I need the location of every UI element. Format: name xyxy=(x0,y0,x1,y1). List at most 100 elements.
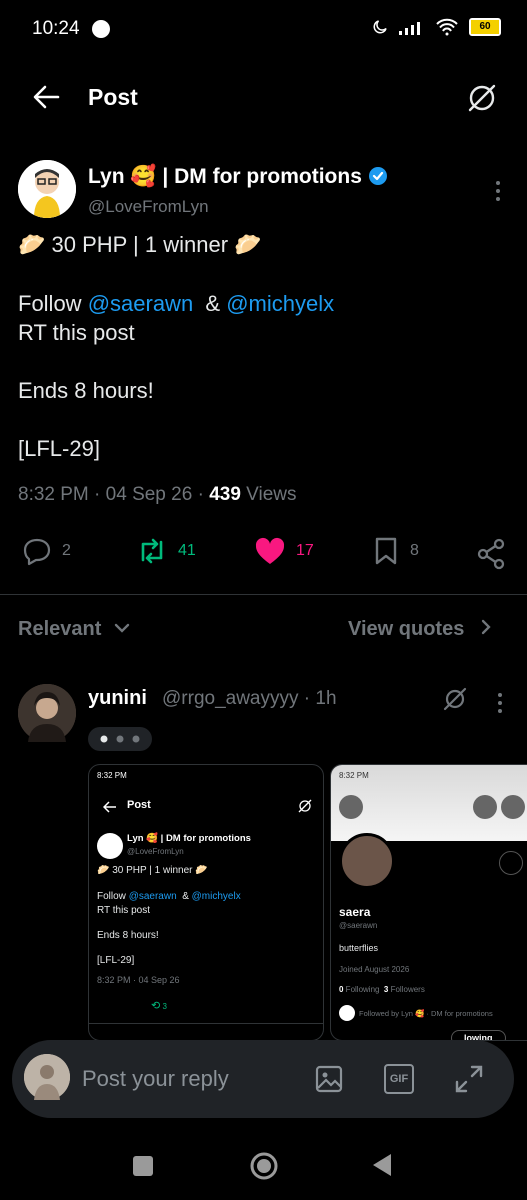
reply-author-handle[interactable]: @rrgo_awayyyy · 1h xyxy=(162,688,337,710)
grok-icon[interactable] xyxy=(440,684,470,714)
reply-avatar[interactable] xyxy=(18,684,76,742)
repost-icon xyxy=(141,538,163,564)
view-quotes-link[interactable]: View quotes xyxy=(348,618,494,641)
shot1-line3: RT this post xyxy=(97,905,150,916)
back-arrow-icon[interactable] xyxy=(32,84,60,110)
back-arrow-icon xyxy=(103,801,116,813)
reply-count: 2 xyxy=(62,542,71,559)
shot1-line5: [LFL-29] xyxy=(97,955,135,966)
status-time: 10:24 xyxy=(32,18,80,39)
image-icon[interactable] xyxy=(314,1064,344,1094)
shot2-search-button xyxy=(501,795,525,819)
recents-button[interactable] xyxy=(133,1156,153,1176)
mention-saerawn[interactable]: @saerawn xyxy=(88,291,194,316)
shot2-followers-label: Followers xyxy=(388,985,425,994)
shot2-followed-by: Followed by Lyn 🥰 · DM for promotions xyxy=(359,1009,493,1018)
shot2-name: saera xyxy=(339,905,371,919)
ampersand-text: & xyxy=(193,291,227,316)
verified-badge-icon xyxy=(368,167,387,185)
meta-separator: · xyxy=(192,484,210,505)
view-quotes-label: View quotes xyxy=(348,618,465,640)
repost-button[interactable]: 41 xyxy=(136,536,196,566)
post-line-5: [LFL-29] xyxy=(18,436,100,461)
shot2-profile-avatar xyxy=(339,833,395,889)
shot1-line4: Ends 8 hours! xyxy=(97,930,159,941)
reply-icon xyxy=(23,538,51,566)
back-nav-button[interactable] xyxy=(370,1152,394,1178)
more-options-icon[interactable] xyxy=(490,692,510,714)
status-bar: 10:24 60 xyxy=(0,0,527,60)
moon-icon xyxy=(373,20,387,34)
reply-author-name[interactable]: yunini xyxy=(88,687,147,710)
heart-filled-icon xyxy=(255,537,285,564)
shot2-handle: @saerawn xyxy=(339,921,378,930)
more-options-icon[interactable] xyxy=(488,180,508,202)
author-handle[interactable]: @LoveFromLyn xyxy=(88,197,209,217)
shot1-title: Post xyxy=(127,799,151,811)
author-avatar[interactable] xyxy=(18,160,76,218)
shot2-counts: 0 Following 3 Followers xyxy=(339,985,425,994)
person-photo-icon xyxy=(18,684,76,742)
like-button[interactable]: 17 xyxy=(254,536,314,566)
bookmark-button[interactable]: 8 xyxy=(372,536,419,566)
messenger-icon xyxy=(92,20,110,38)
repost-count: 41 xyxy=(178,542,196,559)
author-name-text: Lyn 🥰 | DM for promotions xyxy=(88,165,362,188)
views-count[interactable]: 439 xyxy=(209,484,241,505)
shot2-bio: butterflies xyxy=(339,943,379,953)
follow-text: Follow xyxy=(18,291,88,316)
shot2-back-button xyxy=(339,795,363,819)
shot2-joined: Joined August 2026 xyxy=(339,965,410,974)
attached-screenshot-profile[interactable]: 8:32 PM saera @saerawn butterflies Joine… xyxy=(330,764,527,1041)
signal-icon xyxy=(399,22,420,35)
bookmark-icon xyxy=(375,537,397,565)
shot1-meta: 8:32 PM · 04 Sep 26 xyxy=(97,975,180,985)
sort-relevant-dropdown[interactable]: Relevant xyxy=(18,618,131,641)
reply-button[interactable]: 2 xyxy=(22,536,71,566)
home-button[interactable] xyxy=(248,1150,280,1182)
shot1-repost: ⟲ 3 xyxy=(151,1000,167,1012)
shot1-mention1: @saerawn xyxy=(128,891,177,902)
shot2-mini-avatar xyxy=(339,1005,355,1021)
battery-level: 60 xyxy=(479,21,491,32)
attached-screenshot-post[interactable]: 8:32 PM Post Lyn 🥰 | DM for promotions @… xyxy=(88,764,324,1041)
post-meta: 8:32 PM · 04 Sep 26 · 439 Views xyxy=(18,484,297,506)
chevron-down-icon xyxy=(114,623,130,633)
mention-michyelx[interactable]: @michyelx xyxy=(226,291,334,316)
wifi-icon xyxy=(436,18,458,36)
reply-input[interactable]: Post your reply xyxy=(82,1066,229,1092)
grok-icon[interactable] xyxy=(462,78,502,118)
share-icon[interactable] xyxy=(476,538,506,570)
shot1-avatar xyxy=(97,833,123,859)
battery-icon: 60 xyxy=(469,18,501,36)
shot1-time: 8:32 PM xyxy=(97,771,127,780)
divider xyxy=(0,594,527,595)
chevron-right-icon xyxy=(481,619,491,635)
shot1-mention2: @michyelx xyxy=(191,891,241,902)
expand-icon[interactable] xyxy=(454,1064,484,1094)
status-icons: 60 xyxy=(371,18,501,36)
views-label: Views xyxy=(240,484,297,505)
shot1-line2: Follow @saerawn & @michyelx xyxy=(97,891,241,902)
post-time: 8:32 PM xyxy=(18,484,89,505)
my-avatar xyxy=(24,1054,70,1100)
grok-icon xyxy=(298,799,312,813)
shot2-follow-icon xyxy=(499,851,523,875)
shot1-divider xyxy=(89,1023,323,1024)
post-line-4: Ends 8 hours! xyxy=(18,378,154,403)
post-date: 04 Sep 26 xyxy=(105,484,193,505)
sort-label: Relevant xyxy=(18,618,102,640)
media-pager-dots[interactable] xyxy=(88,727,152,751)
meta-separator: · xyxy=(88,484,106,505)
shot2-grok-button xyxy=(473,795,497,819)
author-name[interactable]: Lyn 🥰 | DM for promotions xyxy=(88,165,388,189)
post-line-2: Follow @saerawn & @michyelx xyxy=(18,291,334,317)
page-title: Post xyxy=(88,84,138,110)
gif-button[interactable]: GIF xyxy=(384,1064,414,1094)
shot1-handle: @LoveFromLyn xyxy=(127,847,184,856)
shot1-repost-count: 3 xyxy=(162,1002,167,1011)
shot1-follow: Follow xyxy=(97,891,129,902)
avatar-cartoon-icon xyxy=(18,160,76,218)
shot2-following-label: Following xyxy=(343,985,384,994)
shot1-amp: & xyxy=(176,891,192,902)
